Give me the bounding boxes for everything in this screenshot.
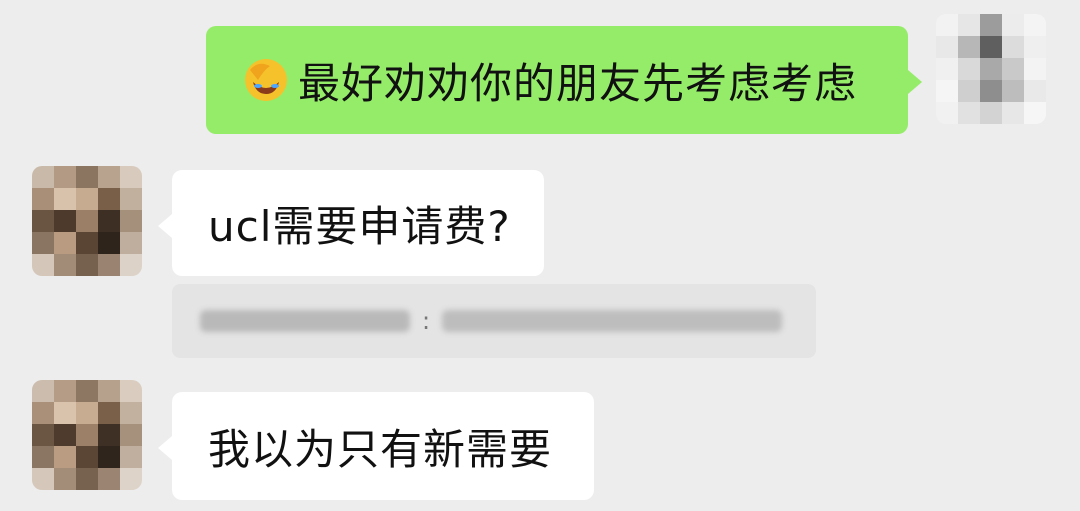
incoming-message-bubble[interactable]: 我以为只有新需要 [158,392,594,500]
outgoing-message-bubble[interactable]: 最好劝劝你的朋友先考虑考虑 [206,26,922,134]
contact-avatar[interactable] [32,380,142,490]
quoted-text-blurred [442,310,783,332]
incoming-message-text: 我以为只有新需要 [208,424,553,474]
chat-area: 最好劝劝你的朋友先考虑考虑 ucl需要申请费? : 我以为只有新需要 [0,0,1080,511]
outgoing-message-text: 最好劝劝你的朋友先考虑考虑 [298,58,858,108]
contact-avatar[interactable] [32,166,142,276]
incoming-message-bubble[interactable]: ucl需要申请费? [158,170,544,276]
quote-separator: : [422,307,431,335]
quoted-message[interactable]: : [172,284,816,358]
my-avatar[interactable] [936,14,1046,124]
face-palm-emoji-icon [242,56,290,104]
incoming-message-text: ucl需要申请费? [208,201,511,251]
quoted-sender-blurred [200,310,410,332]
